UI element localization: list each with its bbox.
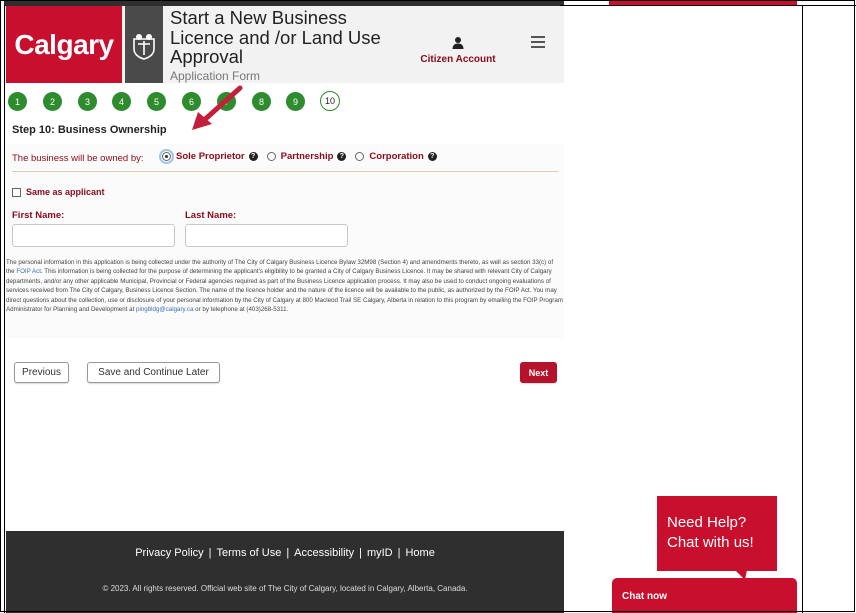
footer-link-privacy[interactable]: Privacy Policy [135, 547, 203, 559]
separator: | [208, 547, 212, 559]
help-icon[interactable]: ? [248, 152, 258, 161]
step-10-current: 10 [320, 91, 340, 111]
step-9[interactable]: 9 [286, 92, 305, 111]
foip-notice: The personal information in this applica… [6, 258, 563, 314]
save-continue-later-button[interactable]: Save and Continue Later [87, 362, 220, 383]
email-link[interactable]: pingbldg@calgary.ca [136, 306, 193, 313]
divider [560, 5, 856, 6]
step-4[interactable]: 4 [112, 92, 131, 111]
page-title: Start a New Business Licence and /or Lan… [170, 7, 381, 67]
step-heading: Step 10: Business Ownership [12, 124, 167, 136]
step-8[interactable]: 8 [252, 92, 271, 111]
footer-links: Privacy Policy | Terms of Use | Accessibilit… [6, 547, 564, 559]
page-subtitle: Application Form [170, 69, 261, 83]
last-name-input[interactable] [185, 224, 348, 247]
radio-label: Corporation [369, 151, 424, 162]
next-button[interactable]: Next [520, 362, 557, 383]
previous-button[interactable]: Previous [14, 362, 69, 383]
radio-corporation[interactable]: Corporation ? [355, 151, 437, 162]
help-icon[interactable]: ? [337, 152, 347, 161]
footer-link-myid[interactable]: myID [367, 547, 393, 559]
city-crest-icon [125, 6, 163, 83]
same-as-applicant-checkbox[interactable] [12, 187, 21, 197]
radio-button[interactable] [266, 152, 276, 161]
divider [4, 5, 5, 613]
step-2[interactable]: 2 [43, 92, 62, 111]
last-name-label: Last Name: [185, 210, 237, 221]
chat-now-button[interactable]: Chat now [612, 578, 797, 613]
site-footer: Privacy Policy | Terms of Use | Accessibilit… [6, 531, 564, 613]
footer-link-accessibility[interactable]: Accessibility [294, 547, 354, 559]
checkbox-label: Same as applicant [26, 187, 105, 197]
foip-text: or by telephone at (403)268-5311. [193, 306, 289, 314]
radio-sole-proprietor[interactable]: Sole Proprietor ? [159, 149, 258, 164]
calgary-logo[interactable]: Calgary [6, 6, 122, 83]
radio-button-selected[interactable] [159, 149, 174, 164]
footer-link-terms[interactable]: Terms of Use [217, 547, 282, 559]
hamburger-menu-icon[interactable] [531, 36, 545, 50]
first-name-label: First Name: [12, 210, 65, 221]
step-5[interactable]: 5 [147, 92, 166, 111]
separator: | [397, 547, 401, 559]
foip-act-link[interactable]: FOIP Act [16, 268, 41, 275]
step-1[interactable]: 1 [8, 92, 27, 111]
chat-bubble-line: Chat with us! [667, 534, 754, 551]
same-as-applicant-checkbox-row[interactable]: Same as applicant [12, 187, 105, 197]
ownership-radio-group: Sole Proprietor ? Partnership ? Corporat… [159, 149, 446, 164]
citizen-account-link[interactable]: Citizen Account [418, 36, 498, 65]
ownership-label: The business will be owned by: [12, 153, 144, 164]
footer-link-home[interactable]: Home [405, 547, 434, 559]
radio-label: Partnership [280, 151, 334, 162]
annotation-arrow-icon [192, 85, 243, 130]
site-header: Calgary Start a New Business Licence and… [6, 6, 564, 83]
help-icon[interactable]: ? [427, 152, 437, 161]
divider [802, 5, 803, 613]
radio-label: Sole Proprietor [176, 151, 245, 162]
radio-partnership[interactable]: Partnership ? [266, 151, 347, 162]
user-icon [452, 37, 464, 49]
chat-help-bubble[interactable]: Need Help? Chat with us! [657, 496, 777, 580]
step-3[interactable]: 3 [78, 92, 97, 111]
citizen-account-label: Citizen Account [420, 54, 496, 65]
separator: | [286, 547, 290, 559]
separator: | [359, 547, 362, 559]
copyright-text: © 2023. All rights reserved. Official we… [102, 584, 468, 593]
divider [12, 171, 558, 172]
first-name-input[interactable] [12, 224, 175, 247]
radio-button[interactable] [355, 152, 365, 161]
chat-bubble-line: Need Help? [667, 514, 747, 531]
